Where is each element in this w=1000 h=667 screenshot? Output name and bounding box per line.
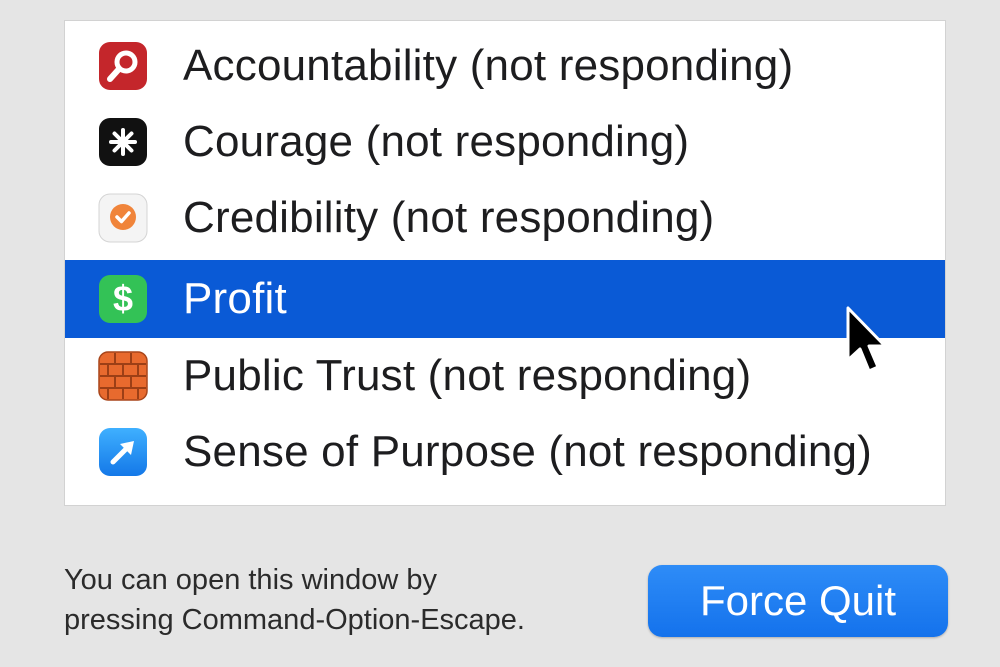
dollar-icon: $ <box>98 274 148 324</box>
hint-line-2: pressing Command-Option-Escape. <box>64 604 525 636</box>
app-name: Profit <box>183 274 287 323</box>
app-name: Public Trust (not responding) <box>183 351 752 400</box>
app-row-profit[interactable]: $ Profit <box>65 260 945 338</box>
app-row-public-trust[interactable]: Public Trust (not responding) <box>65 337 945 415</box>
mouse-pointer-icon <box>846 306 887 373</box>
arrow-icon <box>98 427 148 477</box>
magnifier-icon <box>98 41 148 91</box>
svg-text:$: $ <box>113 278 133 319</box>
asterisk-icon <box>98 117 148 167</box>
force-quit-button[interactable]: Force Quit <box>648 565 948 637</box>
shortcut-hint: You can open this window by pressing Com… <box>64 560 525 640</box>
app-name: Accountability (not responding) <box>183 41 794 90</box>
app-name: Credibility (not responding) <box>183 193 715 242</box>
app-row-sense-of-purpose[interactable]: Sense of Purpose (not responding) <box>65 413 945 491</box>
app-name: Sense of Purpose (not responding) <box>183 427 873 476</box>
brick-wall-icon <box>98 351 148 401</box>
app-name: Courage (not responding) <box>183 117 690 166</box>
application-list[interactable]: Accountability (not responding) Courage … <box>64 20 946 506</box>
force-quit-window: Accountability (not responding) Courage … <box>0 0 1000 667</box>
checkmark-badge-icon <box>98 193 148 243</box>
app-row-credibility[interactable]: Credibility (not responding) <box>65 179 945 257</box>
app-row-accountability[interactable]: Accountability (not responding) <box>65 27 945 105</box>
app-row-courage[interactable]: Courage (not responding) <box>65 103 945 181</box>
hint-line-1: You can open this window by <box>64 564 437 596</box>
